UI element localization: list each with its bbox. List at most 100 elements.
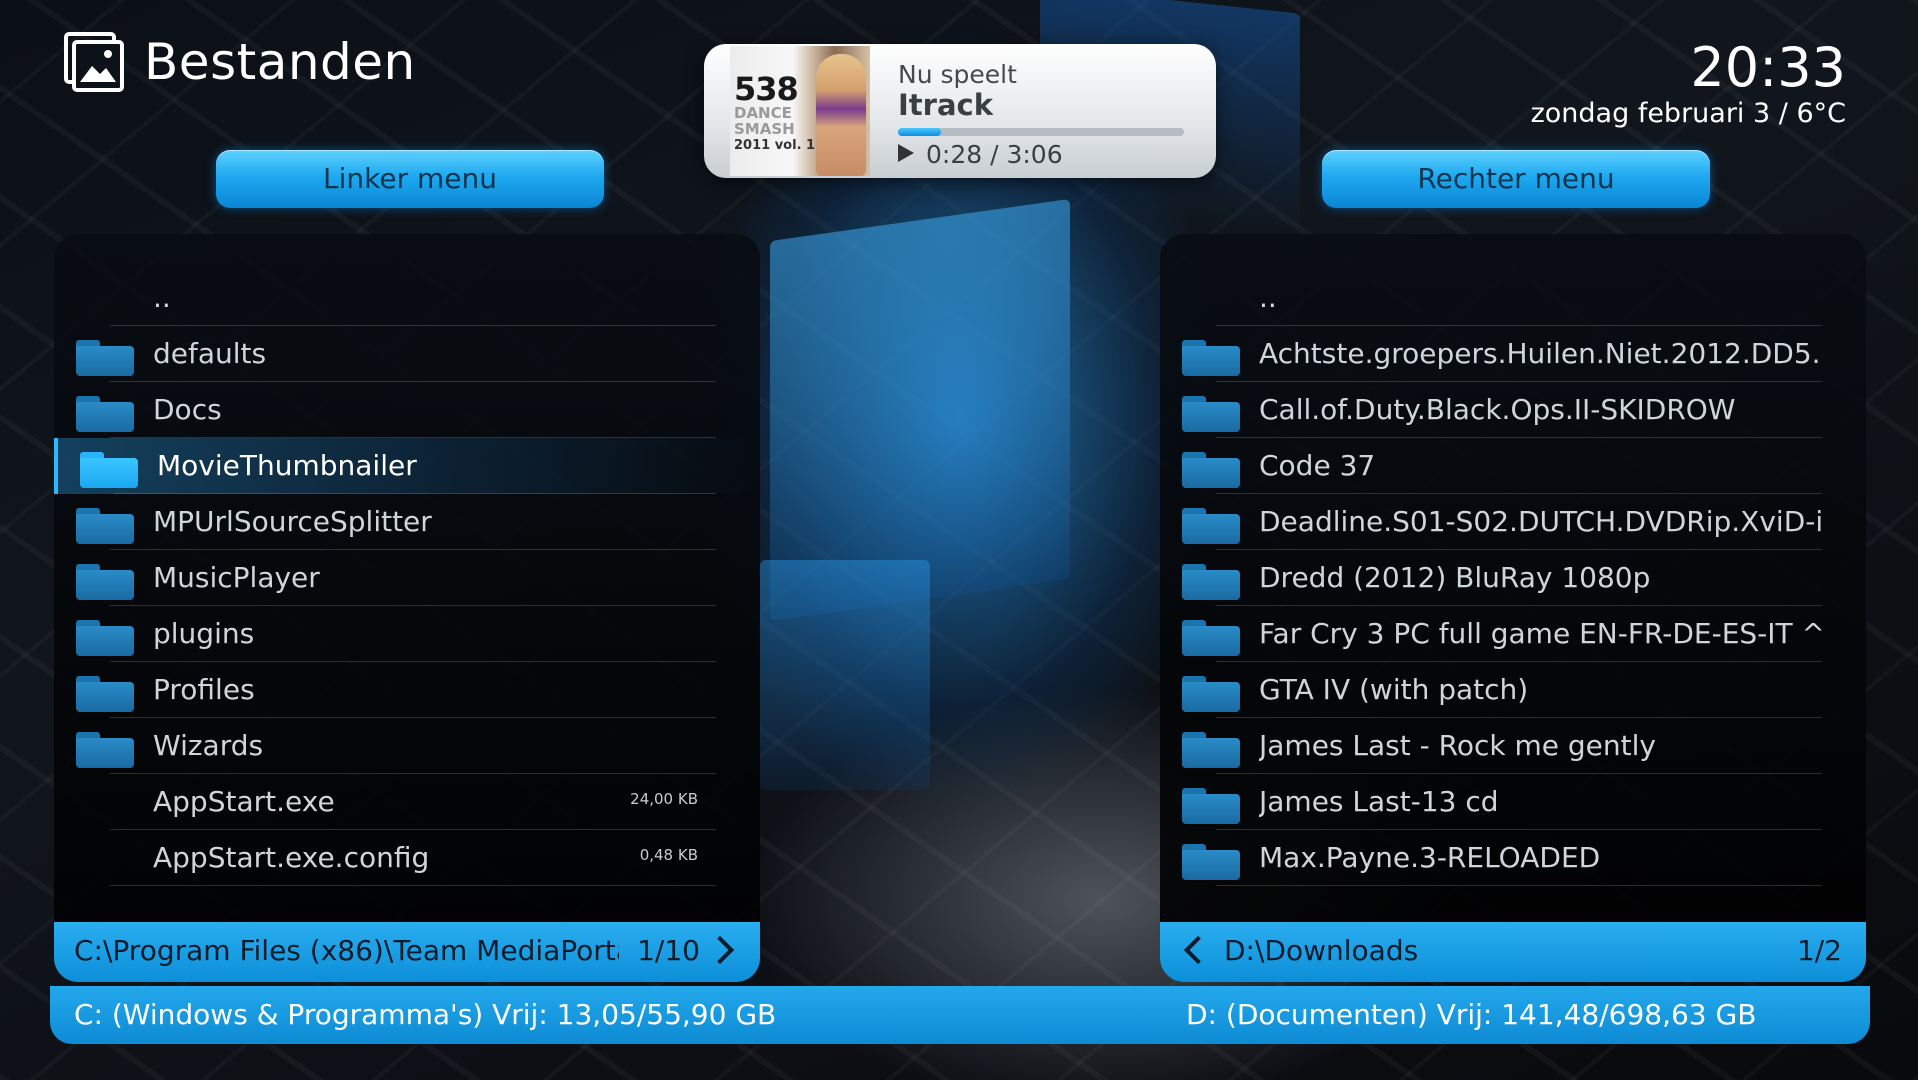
folder-icon <box>76 340 134 376</box>
cover-number: 538 <box>734 70 799 108</box>
clock: 20:33 <box>1690 36 1846 99</box>
right-path: D:\Downloads <box>1224 934 1419 967</box>
play-icon[interactable] <box>898 144 914 162</box>
folder-icon <box>76 676 134 712</box>
left-menu-button[interactable]: Linker menu <box>216 150 604 208</box>
folder-item[interactable]: Wizards <box>54 718 760 774</box>
item-name: Code 37 <box>1259 449 1376 482</box>
page-title: Bestanden <box>144 33 416 91</box>
folder-item[interactable]: Profiles <box>54 662 760 718</box>
background-glow-block <box>770 198 1070 622</box>
item-name: Achtste.groepers.Huilen.Niet.2012.DD5.1.… <box>1259 337 1822 370</box>
folder-icon <box>1182 452 1240 488</box>
now-playing-widget[interactable]: 538 DANCE SMASH 2011 vol. 1 Nu speelt It… <box>704 44 1216 178</box>
folder-icon <box>1182 340 1240 376</box>
item-name: MovieThumbnailer <box>157 449 417 482</box>
file-size: 24,00 KB <box>630 790 698 808</box>
folder-icon <box>76 508 134 544</box>
folder-item[interactable]: Call.of.Duty.Black.Ops.II-SKIDROW <box>1160 382 1866 438</box>
folder-item[interactable]: defaults <box>54 326 760 382</box>
item-name: Far Cry 3 PC full game EN-FR-DE-ES-IT ^^… <box>1259 617 1822 650</box>
album-cover: 538 DANCE SMASH 2011 vol. 1 <box>730 46 870 176</box>
parent-dir-item[interactable]: .. <box>54 270 760 326</box>
drive-d-status: D: (Documenten) Vrij: 141,48/698,63 GB <box>1186 998 1757 1031</box>
folder-item[interactable]: Dredd (2012) BluRay 1080p <box>1160 550 1866 606</box>
folder-item[interactable]: GTA IV (with patch) <box>1160 662 1866 718</box>
folder-item[interactable]: MusicPlayer <box>54 550 760 606</box>
item-name: MusicPlayer <box>153 561 320 594</box>
now-playing-label: Nu speelt <box>898 60 1017 89</box>
right-file-panel: .. Achtste.groepers.Huilen.Niet.2012.DD5.… <box>1160 234 1866 982</box>
cover-text: 2011 vol. 1 <box>734 138 816 153</box>
item-name: .. <box>153 281 171 314</box>
folder-item[interactable]: James Last-13 cd <box>1160 774 1866 830</box>
folder-item[interactable]: Docs <box>54 382 760 438</box>
status-bar: C: (Windows & Programma's) Vrij: 13,05/5… <box>50 986 1870 1044</box>
progress-fill <box>898 128 941 136</box>
cover-figure <box>816 54 866 176</box>
item-name: plugins <box>153 617 255 650</box>
pictures-icon <box>64 32 124 92</box>
folder-icon <box>1182 620 1240 656</box>
left-panel-footer: C:\Program Files (x86)\Team MediaPortal\… <box>54 922 760 982</box>
parent-dir-item[interactable]: .. <box>1160 270 1866 326</box>
item-name: .. <box>1259 281 1277 314</box>
folder-item[interactable]: MPUrlSourceSplitter <box>54 494 760 550</box>
item-name: AppStart.exe <box>153 785 335 818</box>
background-glow-block <box>760 560 930 790</box>
item-name: MPUrlSourceSplitter <box>153 505 432 538</box>
cover-text: DANCE <box>734 104 792 122</box>
item-name: James Last - Rock me gently <box>1259 729 1656 762</box>
item-name: Max.Payne.3-RELOADED <box>1259 841 1601 874</box>
folder-item[interactable]: Code 37 <box>1160 438 1866 494</box>
chevron-left-icon[interactable] <box>1183 935 1213 965</box>
folder-icon <box>1182 788 1240 824</box>
track-time: 0:28 / 3:06 <box>926 140 1063 169</box>
folder-icon <box>76 396 134 432</box>
folder-item[interactable]: MovieThumbnailer <box>54 438 760 494</box>
folder-item[interactable]: plugins <box>54 606 760 662</box>
item-name: Docs <box>153 393 222 426</box>
right-menu-button[interactable]: Rechter menu <box>1322 150 1710 208</box>
item-name: Wizards <box>153 729 264 762</box>
folder-item[interactable]: Far Cry 3 PC full game EN-FR-DE-ES-IT ^^… <box>1160 606 1866 662</box>
left-path: C:\Program Files (x86)\Team MediaPortal\… <box>74 934 619 967</box>
item-name: defaults <box>153 337 267 370</box>
folder-icon <box>1182 844 1240 880</box>
right-file-list: .. Achtste.groepers.Huilen.Niet.2012.DD5.… <box>1160 270 1866 886</box>
folder-icon <box>1182 564 1240 600</box>
item-name: Call.of.Duty.Black.Ops.II-SKIDROW <box>1259 393 1736 426</box>
folder-icon <box>1182 508 1240 544</box>
file-item[interactable]: AppStart.exe.config 0,48 KB <box>54 830 760 886</box>
folder-icon <box>1182 676 1240 712</box>
track-title: Itrack <box>898 88 994 122</box>
folder-icon <box>76 732 134 768</box>
folder-item[interactable]: James Last - Rock me gently <box>1160 718 1866 774</box>
left-file-list: .. defaults Docs MovieThumbnailer MPUrlSourc… <box>54 270 760 886</box>
folder-icon <box>80 452 138 488</box>
folder-icon <box>1182 732 1240 768</box>
cover-text: SMASH <box>734 120 795 138</box>
item-name: AppStart.exe.config <box>153 841 430 874</box>
date-weather: zondag februari 3 / 6°C <box>1530 98 1846 129</box>
left-file-panel: .. defaults Docs MovieThumbnailer MPUrlSourc… <box>54 234 760 982</box>
item-name: Deadline.S01-S02.DUTCH.DVDRip.XviD-iFH <box>1259 505 1822 538</box>
item-name: Dredd (2012) BluRay 1080p <box>1259 561 1651 594</box>
folder-icon <box>76 564 134 600</box>
item-name: Profiles <box>153 673 255 706</box>
folder-icon <box>76 620 134 656</box>
right-page-counter: 1/2 <box>1796 934 1842 967</box>
chevron-right-icon[interactable] <box>705 935 735 965</box>
folder-item[interactable]: Achtste.groepers.Huilen.Niet.2012.DD5.1.… <box>1160 326 1866 382</box>
folder-item[interactable]: Deadline.S01-S02.DUTCH.DVDRip.XviD-iFH <box>1160 494 1866 550</box>
file-item[interactable]: AppStart.exe 24,00 KB <box>54 774 760 830</box>
progress-bar[interactable] <box>898 128 1184 136</box>
left-page-counter: 1/10 <box>637 934 700 967</box>
right-panel-footer: D:\Downloads 1/2 <box>1160 922 1866 982</box>
drive-c-status: C: (Windows & Programma's) Vrij: 13,05/5… <box>74 998 777 1031</box>
folder-item[interactable]: Max.Payne.3-RELOADED <box>1160 830 1866 886</box>
item-name: James Last-13 cd <box>1259 785 1499 818</box>
page-header: Bestanden <box>64 32 416 92</box>
file-size: 0,48 KB <box>639 846 698 864</box>
folder-icon <box>1182 396 1240 432</box>
